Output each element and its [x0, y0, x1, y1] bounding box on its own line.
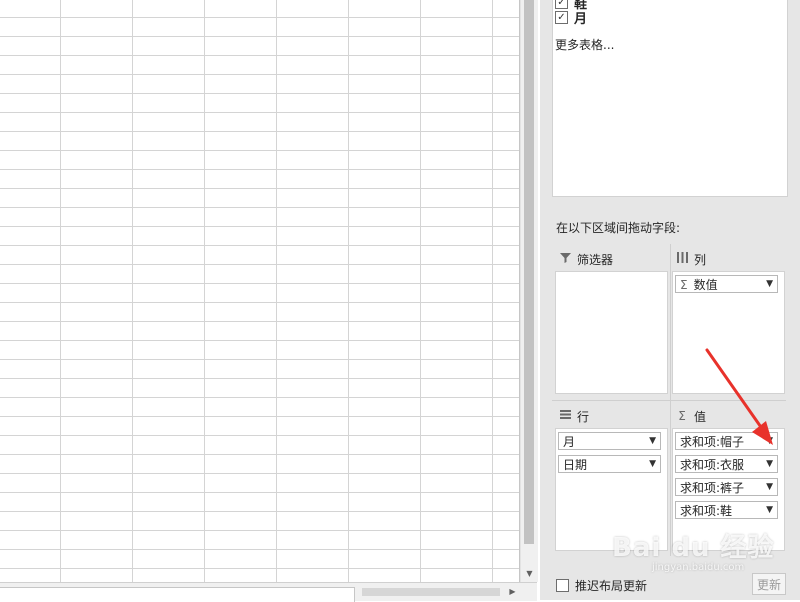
dropdown-caret-icon[interactable]: ▼ [766, 482, 773, 492]
filters-area-title: 筛选器 [577, 252, 614, 267]
columns-area-title: 列 [694, 252, 707, 267]
pill-label: 数值 [693, 277, 718, 292]
filter-icon [559, 252, 571, 266]
field-list: ✓ 鞋 ✓ 月 更多表格... [552, 0, 788, 197]
dropdown-caret-icon[interactable]: ▼ [766, 459, 773, 469]
field-item-month[interactable]: ✓ 月 [555, 8, 587, 27]
value-field-hats[interactable]: 求和项:帽子 ▼ [675, 432, 778, 450]
horizontal-scrollbar[interactable]: ▶ [0, 582, 537, 602]
columns-area: 列 Σ 数值 ▼ [672, 247, 785, 394]
dropdown-caret-icon[interactable]: ▼ [649, 436, 656, 446]
pill-label: 求和项:衣服 [680, 457, 745, 472]
field-label: 月 [574, 12, 588, 27]
value-field-shoes[interactable]: 求和项:鞋 ▼ [675, 501, 778, 519]
horizontal-scroll-thumb[interactable] [362, 588, 500, 596]
sigma-icon: Σ [678, 409, 686, 423]
row-field-month[interactable]: 月 ▼ [558, 432, 661, 450]
rows-icon [559, 409, 571, 423]
checkbox-checked-icon[interactable]: ✓ [555, 11, 568, 24]
scroll-down-icon[interactable]: ▼ [521, 565, 538, 582]
pill-label: 求和项:帽子 [680, 434, 745, 449]
vertical-scrollbar[interactable]: ▼ [520, 0, 538, 582]
dropdown-caret-icon[interactable]: ▼ [649, 459, 656, 469]
dropdown-caret-icon[interactable]: ▼ [766, 436, 773, 446]
values-area-header: Σ 值 [672, 404, 785, 428]
dropdown-caret-icon[interactable]: ▼ [766, 279, 773, 289]
baidu-jingyan-watermark: Bai du 经验 jingyan.baidu.com [612, 527, 792, 585]
pill-label: 求和项:鞋 [680, 503, 733, 518]
filters-area: 筛选器 [555, 247, 668, 394]
rows-area-header: 行 [555, 404, 668, 428]
scroll-right-icon[interactable]: ▶ [505, 584, 520, 599]
row-field-date[interactable]: 日期 ▼ [558, 455, 661, 473]
filters-area-header: 筛选器 [555, 247, 668, 271]
sigma-icon: Σ [680, 277, 688, 292]
drag-fields-hint: 在以下区域间拖动字段: [556, 221, 681, 235]
pivot-field-pane: ✓ 鞋 ✓ 月 更多表格... 在以下区域间拖动字段: 筛选器 列 Σ 数值 ▼… [540, 0, 800, 600]
column-field-values[interactable]: Σ 数值 ▼ [675, 275, 778, 293]
columns-drop-zone[interactable]: Σ 数值 ▼ [672, 271, 785, 394]
watermark-main: Bai du 经验 [612, 533, 775, 563]
value-field-clothes[interactable]: 求和项:衣服 ▼ [675, 455, 778, 473]
checkbox-unchecked-icon[interactable] [556, 579, 569, 592]
pill-label: 求和项:裤子 [680, 480, 745, 495]
values-area-title: 值 [694, 409, 707, 424]
pill-label: 月 [563, 434, 576, 449]
value-field-pants[interactable]: 求和项:裤子 ▼ [675, 478, 778, 496]
columns-area-header: 列 [672, 247, 785, 271]
dropdown-caret-icon[interactable]: ▼ [766, 505, 773, 515]
spreadsheet-grid[interactable] [0, 0, 520, 582]
rows-area-title: 行 [577, 409, 590, 424]
more-tables-link[interactable]: 更多表格... [555, 36, 614, 53]
columns-icon [676, 252, 688, 266]
filters-drop-zone[interactable] [555, 271, 668, 394]
vertical-scroll-thumb[interactable] [524, 0, 534, 544]
pill-label: 日期 [563, 457, 588, 472]
area-divider-horizontal [552, 400, 786, 401]
